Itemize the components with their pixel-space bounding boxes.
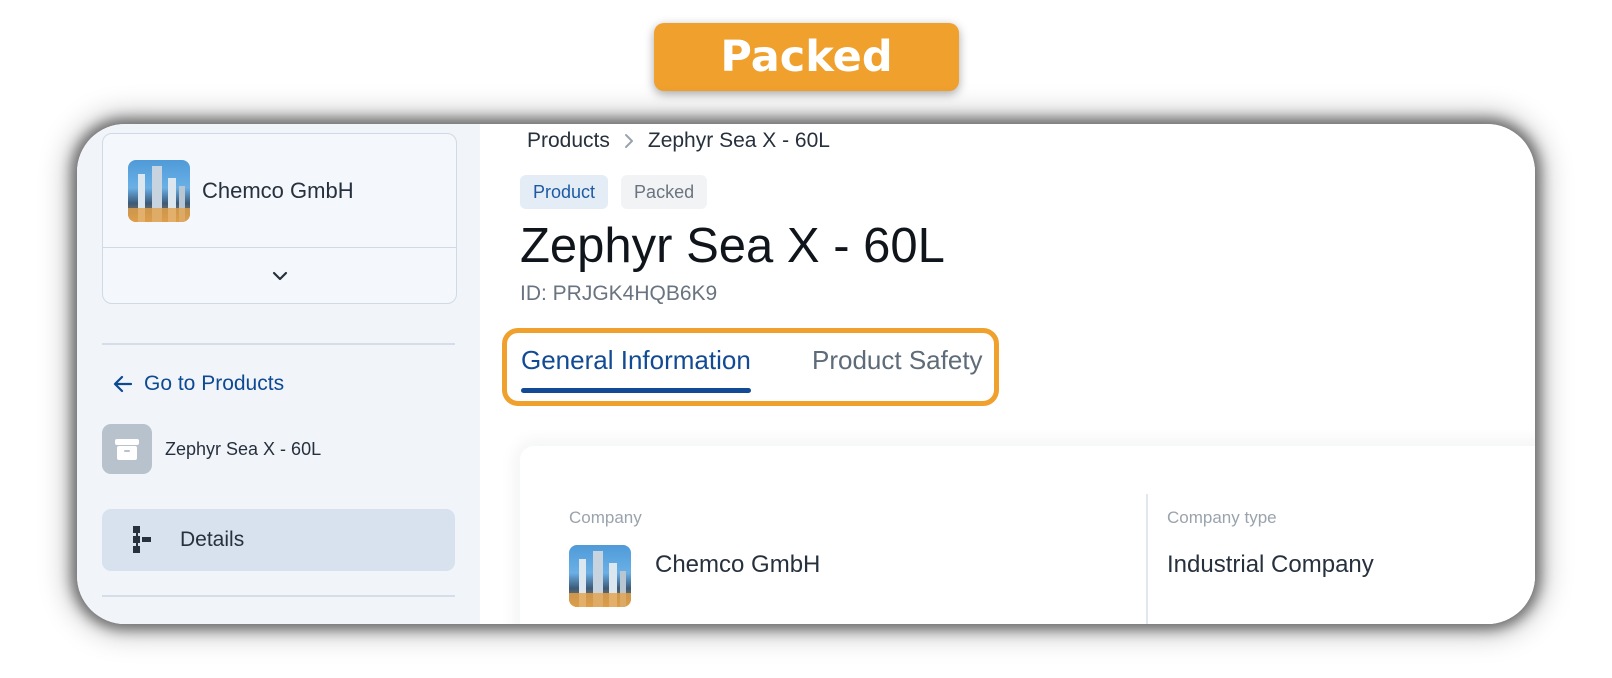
breadcrumb-current: Zephyr Sea X - 60L [647,129,830,152]
chevron-right-icon [624,133,634,149]
tab-product-safety[interactable]: Product Safety [812,345,983,376]
archive-box-icon [102,424,152,474]
status-banner: Packed [654,23,959,91]
main-content: Products Zephyr Sea X - 60L Product Pack… [480,124,1535,624]
status-badge: Packed [621,175,708,209]
sidebar-item-details[interactable]: Details [102,509,455,571]
tree-structure-icon [130,525,158,555]
chevron-down-icon[interactable] [103,248,456,303]
type-badge: Product [520,175,609,209]
sidebar-item-label: Details [180,528,245,551]
go-to-products-link[interactable]: Go to Products [112,372,284,396]
active-tab-indicator [521,388,751,393]
sidebar: Chemco GmbH Go to Products Zephyr Sea X … [77,124,480,624]
app-window: Chemco GmbH Go to Products Zephyr Sea X … [77,124,1535,624]
company-value[interactable]: Chemco GmbH [655,551,820,579]
sidebar-divider [102,595,455,597]
company-avatar [128,159,190,222]
sidebar-product-item[interactable]: Zephyr Sea X - 60L [102,424,321,474]
column-divider [1146,494,1148,624]
company-name: Chemco GmbH [202,177,354,203]
general-information-card: Company Chemco GmbH Company type Industr… [520,446,1535,624]
sidebar-divider [102,343,455,345]
company-switcher[interactable]: Chemco GmbH [102,133,457,304]
arrow-left-icon [112,374,144,394]
breadcrumb: Products Zephyr Sea X - 60L [527,129,830,153]
company-type-value: Industrial Company [1167,551,1374,578]
go-to-products-label: Go to Products [144,372,285,395]
page-title: Zephyr Sea X - 60L [520,219,945,273]
tab-general-information[interactable]: General Information [521,345,751,376]
breadcrumb-products-link[interactable]: Products [527,129,610,153]
product-id: ID: PRJGK4HQB6K9 [520,282,718,305]
company-type-label: Company type [1167,508,1277,527]
company-switcher-header[interactable]: Chemco GmbH [103,134,456,248]
company-label: Company [569,508,642,527]
sidebar-product-name: Zephyr Sea X - 60L [165,438,322,459]
company-logo [569,545,631,607]
badge-group: Product Packed [520,175,720,209]
